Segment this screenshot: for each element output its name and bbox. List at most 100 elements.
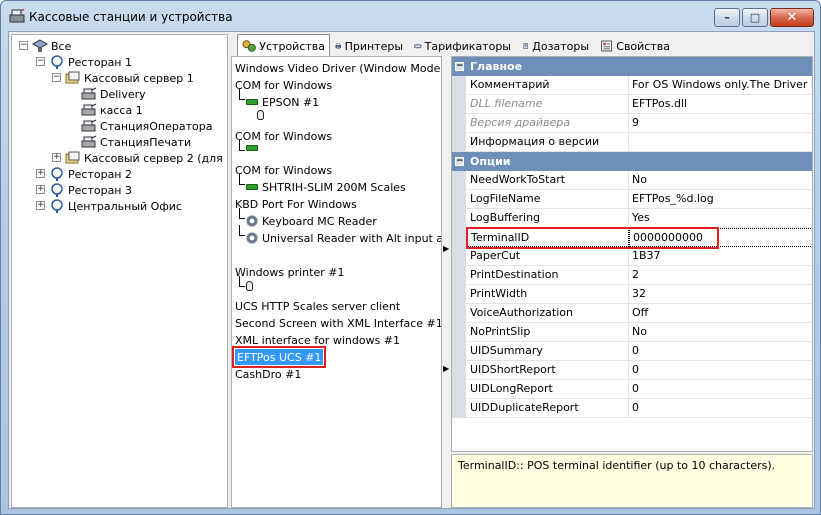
property-row[interactable]: UIDShortReport 0 bbox=[452, 361, 812, 380]
property-row[interactable]: UIDLongReport 0 bbox=[452, 380, 812, 399]
device-item[interactable]: COM for Windows bbox=[235, 128, 332, 144]
tree-item[interactable]: Ресторан 3 bbox=[49, 182, 132, 198]
property-value[interactable]: 0 bbox=[629, 361, 812, 380]
property-row[interactable]: Комментарий For OS Windows only.The Drive… bbox=[452, 76, 812, 95]
tab-printer[interactable]: Принтеры bbox=[330, 36, 408, 56]
tree-expander[interactable]: − bbox=[19, 41, 28, 50]
tree-item[interactable]: Центральный Офис bbox=[49, 198, 182, 214]
tree-item[interactable]: Кассовый сервер 2 (для bbox=[65, 150, 223, 166]
device-item[interactable]: COM for Windows bbox=[235, 162, 332, 178]
property-row[interactable]: TerminalID 0000000000 bbox=[452, 228, 812, 247]
property-value[interactable]: No bbox=[629, 323, 812, 342]
cash-register-icon bbox=[9, 9, 25, 23]
property-row[interactable]: Информация о версии bbox=[452, 133, 812, 152]
property-value[interactable]: 0 bbox=[629, 342, 812, 361]
device-item-label: KBD Port For Windows bbox=[235, 197, 357, 211]
tab-tariff[interactable]: Тарификаторы bbox=[409, 36, 516, 56]
property-row[interactable]: DLL filename EFTPos.dll bbox=[452, 95, 812, 114]
device-list[interactable]: Windows Video Driver (Window Mode) COM fo… bbox=[231, 56, 442, 508]
device-item[interactable]: Keyboard MC Reader bbox=[246, 213, 377, 229]
property-row[interactable]: Версия драйвера 9 bbox=[452, 114, 812, 133]
splitter[interactable]: ▶ ▶ bbox=[442, 56, 451, 508]
property-name: UIDLongReport bbox=[466, 380, 629, 399]
tree-item[interactable]: СтанцияОператора bbox=[81, 118, 212, 134]
property-category[interactable]: − Опции bbox=[452, 152, 812, 171]
title-bar[interactable]: Кассовые станции и устройства – □ ✕ bbox=[1, 1, 820, 31]
device-item[interactable]: Windows Video Driver (Window Mode) bbox=[235, 60, 441, 76]
device-item[interactable]: KBD Port For Windows bbox=[235, 196, 357, 212]
property-value[interactable]: 9 bbox=[629, 114, 812, 133]
tree-item-label: касса 1 bbox=[100, 103, 143, 117]
property-row[interactable]: UIDSummary 0 bbox=[452, 342, 812, 361]
property-value[interactable]: No bbox=[629, 171, 812, 190]
tree-item[interactable]: Delivery bbox=[81, 86, 146, 102]
collapse-icon[interactable]: − bbox=[455, 157, 464, 166]
property-value[interactable]: 0 bbox=[629, 380, 812, 399]
close-button[interactable]: ✕ bbox=[770, 8, 814, 27]
device-item-selected[interactable]: EFTPos UCS #1 bbox=[232, 346, 327, 368]
property-value[interactable]: 0 bbox=[629, 399, 812, 418]
property-value[interactable]: 32 bbox=[629, 285, 812, 304]
property-row[interactable]: PrintWidth 32 bbox=[452, 285, 812, 304]
all-stations-icon bbox=[32, 39, 48, 52]
property-value[interactable]: 1B37 bbox=[629, 247, 812, 266]
property-name: NeedWorkToStart bbox=[466, 171, 629, 190]
chevron-right-icon[interactable]: ▶ bbox=[443, 244, 449, 253]
tab-dispenser[interactable]: Дозаторы bbox=[517, 36, 594, 56]
com-port-icon bbox=[246, 145, 258, 151]
maximize-button[interactable]: □ bbox=[742, 8, 768, 27]
tree-expander[interactable]: + bbox=[36, 201, 45, 210]
property-value[interactable]: Yes bbox=[629, 209, 812, 228]
device-item[interactable]: Windows printer #1 bbox=[235, 264, 344, 280]
tab-properties[interactable]: Свойства bbox=[595, 36, 675, 56]
property-value[interactable]: 2 bbox=[629, 266, 812, 285]
tree-item[interactable]: Кассовый сервер 1 bbox=[65, 70, 194, 86]
device-item-label: COM for Windows bbox=[235, 129, 333, 143]
device-item[interactable]: SHTRIH-SLIM 200M Scales bbox=[246, 179, 406, 195]
property-grid[interactable]: − Главное Комментарий For OS Windows only.T… bbox=[451, 56, 813, 452]
tree-item[interactable]: Ресторан 2 bbox=[49, 166, 132, 182]
device-item[interactable]: COM for Windows bbox=[235, 77, 332, 93]
restaurant-icon bbox=[51, 55, 63, 69]
property-row[interactable]: NoPrintSlip No bbox=[452, 323, 812, 342]
property-row[interactable]: UIDDuplicateReport 0 bbox=[452, 399, 812, 418]
property-value[interactable]: For OS Windows only.The Driver is de bbox=[629, 76, 812, 95]
property-name: Комментарий bbox=[466, 76, 629, 95]
property-value[interactable]: EFTPos_%d.log bbox=[629, 190, 812, 209]
device-item[interactable]: Universal Reader with Alt input and r bbox=[246, 230, 441, 246]
property-row[interactable]: LogBuffering Yes bbox=[452, 209, 812, 228]
tree-expander[interactable]: + bbox=[52, 153, 61, 162]
property-category[interactable]: − Главное bbox=[452, 57, 812, 76]
device-item-label: Universal Reader with Alt input and r bbox=[262, 231, 441, 245]
device-item-label: Keyboard MC Reader bbox=[262, 214, 377, 228]
property-row[interactable]: NeedWorkToStart No bbox=[452, 171, 812, 190]
device-item[interactable]: EPSON #1 bbox=[246, 94, 319, 110]
tree-item[interactable]: касса 1 bbox=[81, 102, 143, 118]
tree-item[interactable]: Ресторан 1 bbox=[49, 54, 132, 70]
tree-expander[interactable]: − bbox=[52, 73, 61, 82]
device-item[interactable]: UCS HTTP Scales server client bbox=[235, 298, 400, 314]
property-row[interactable]: LogFileName EFTPos_%d.log bbox=[452, 190, 812, 209]
tree-expander[interactable]: + bbox=[36, 169, 45, 178]
chevron-right-icon[interactable]: ▶ bbox=[443, 364, 449, 373]
minimize-button[interactable]: – bbox=[714, 8, 740, 27]
row-gutter bbox=[452, 399, 466, 418]
property-row[interactable]: PrintDestination 2 bbox=[452, 266, 812, 285]
station-tree[interactable]: − Все − Ресторан 1− Кассовый сервер 1 Deliver… bbox=[11, 34, 228, 508]
tree-item-label: СтанцияОператора bbox=[100, 119, 213, 133]
device-item[interactable]: Second Screen with XML Interface #1 bbox=[235, 315, 441, 331]
tree-expander[interactable]: − bbox=[36, 57, 45, 66]
collapse-icon[interactable]: − bbox=[455, 62, 464, 71]
property-value[interactable]: EFTPos.dll bbox=[629, 95, 812, 114]
property-value[interactable]: 0000000000 bbox=[629, 228, 812, 247]
tab-devices[interactable]: Устройства bbox=[237, 34, 330, 57]
property-row[interactable]: VoiceAuthorization Off bbox=[452, 304, 812, 323]
property-row[interactable]: PaperCut 1B37 bbox=[452, 247, 812, 266]
property-value[interactable] bbox=[629, 133, 812, 152]
tab-label: Принтеры bbox=[344, 39, 403, 53]
property-value[interactable]: Off bbox=[629, 304, 812, 323]
tree-expander[interactable]: + bbox=[36, 185, 45, 194]
tree-item[interactable]: СтанцияПечати bbox=[81, 134, 191, 150]
tree-item[interactable]: Все bbox=[32, 38, 71, 54]
device-item[interactable]: CashDro #1 bbox=[235, 366, 301, 382]
